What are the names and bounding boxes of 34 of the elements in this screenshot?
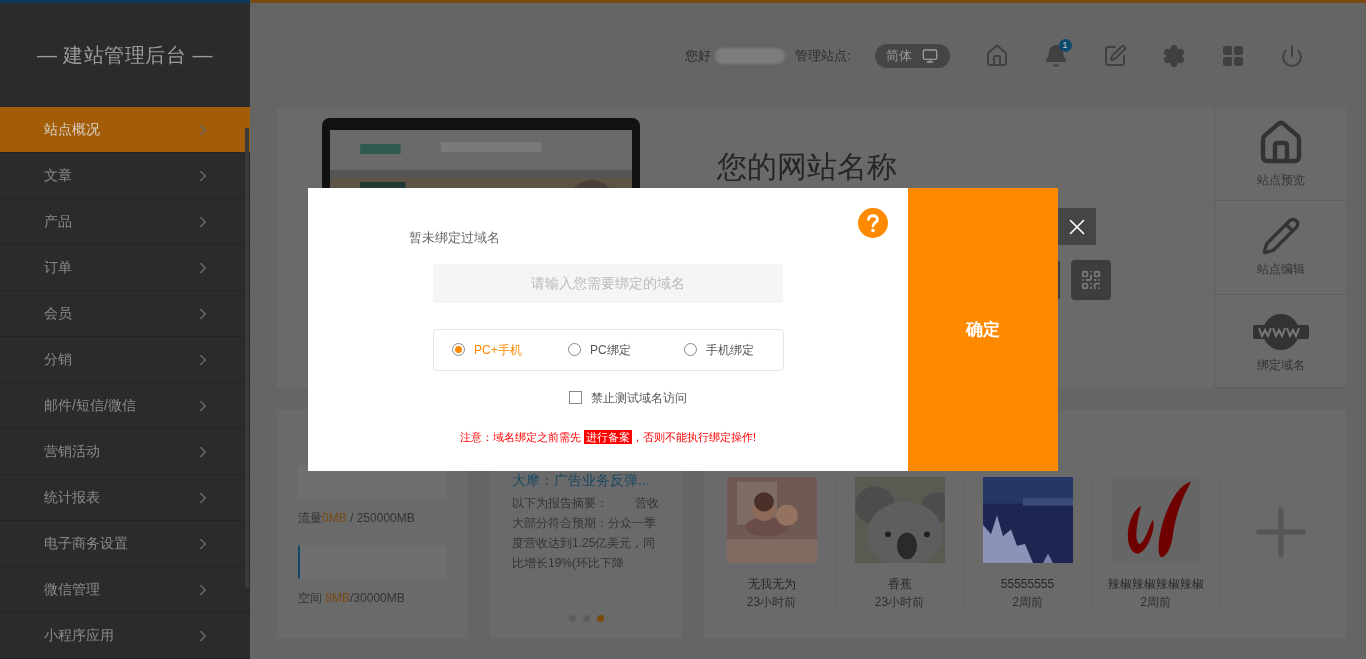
home-icon[interactable] <box>984 43 1009 68</box>
qr-code-button[interactable] <box>1071 260 1111 300</box>
binding-status: 暂未绑定过域名 <box>409 229 501 247</box>
checkbox-option[interactable]: 禁止测试域名访问 <box>569 388 687 407</box>
gallery-title: 55555555 <box>1000 576 1055 593</box>
gallery-title: 香蕉 <box>887 576 912 593</box>
grid-icon[interactable] <box>1220 43 1245 68</box>
pencil-icon <box>1260 216 1301 257</box>
radio-option[interactable]: PC绑定 <box>568 340 644 359</box>
gallery-title: 无我无为 <box>747 576 796 593</box>
help-icon[interactable] <box>858 208 888 238</box>
radio-option[interactable]: 手机绑定 <box>684 340 760 359</box>
site-name: 您的网站名称 <box>717 149 897 185</box>
edit-icon[interactable] <box>1102 43 1127 68</box>
settings-icon[interactable] <box>1161 43 1186 68</box>
qr-code-icon <box>1080 269 1102 291</box>
confirm-button[interactable]: 确定 <box>908 188 1058 471</box>
greeting: 您好 <box>685 46 711 65</box>
sidebar-item[interactable]: 小程序应用 <box>0 613 250 659</box>
radio-option[interactable]: PC+手机 <box>452 340 528 359</box>
sidebar-title: — 建站管理后台 — <box>35 43 215 68</box>
bell-icon <box>1043 43 1068 68</box>
redacted-username <box>715 47 785 64</box>
gallery-title: 辣椒辣椒辣椒辣椒 <box>1107 576 1204 593</box>
power-icon[interactable] <box>1279 43 1304 68</box>
notification-badge: 1 <box>1058 38 1072 52</box>
sidebar-item[interactable]: 站点概况 <box>0 107 250 153</box>
notification-button[interactable]: 1 <box>1043 43 1068 68</box>
checkbox-icon <box>569 391 582 404</box>
language-button[interactable]: 简体 <box>874 43 950 68</box>
notice-text: 注意：域名绑定之前需先 进行备案 ，否则不能执行绑定操作! <box>459 428 757 445</box>
filing-link[interactable]: 进行备案 <box>584 429 632 444</box>
monitor-icon <box>922 47 939 64</box>
close-button[interactable] <box>1058 208 1096 245</box>
